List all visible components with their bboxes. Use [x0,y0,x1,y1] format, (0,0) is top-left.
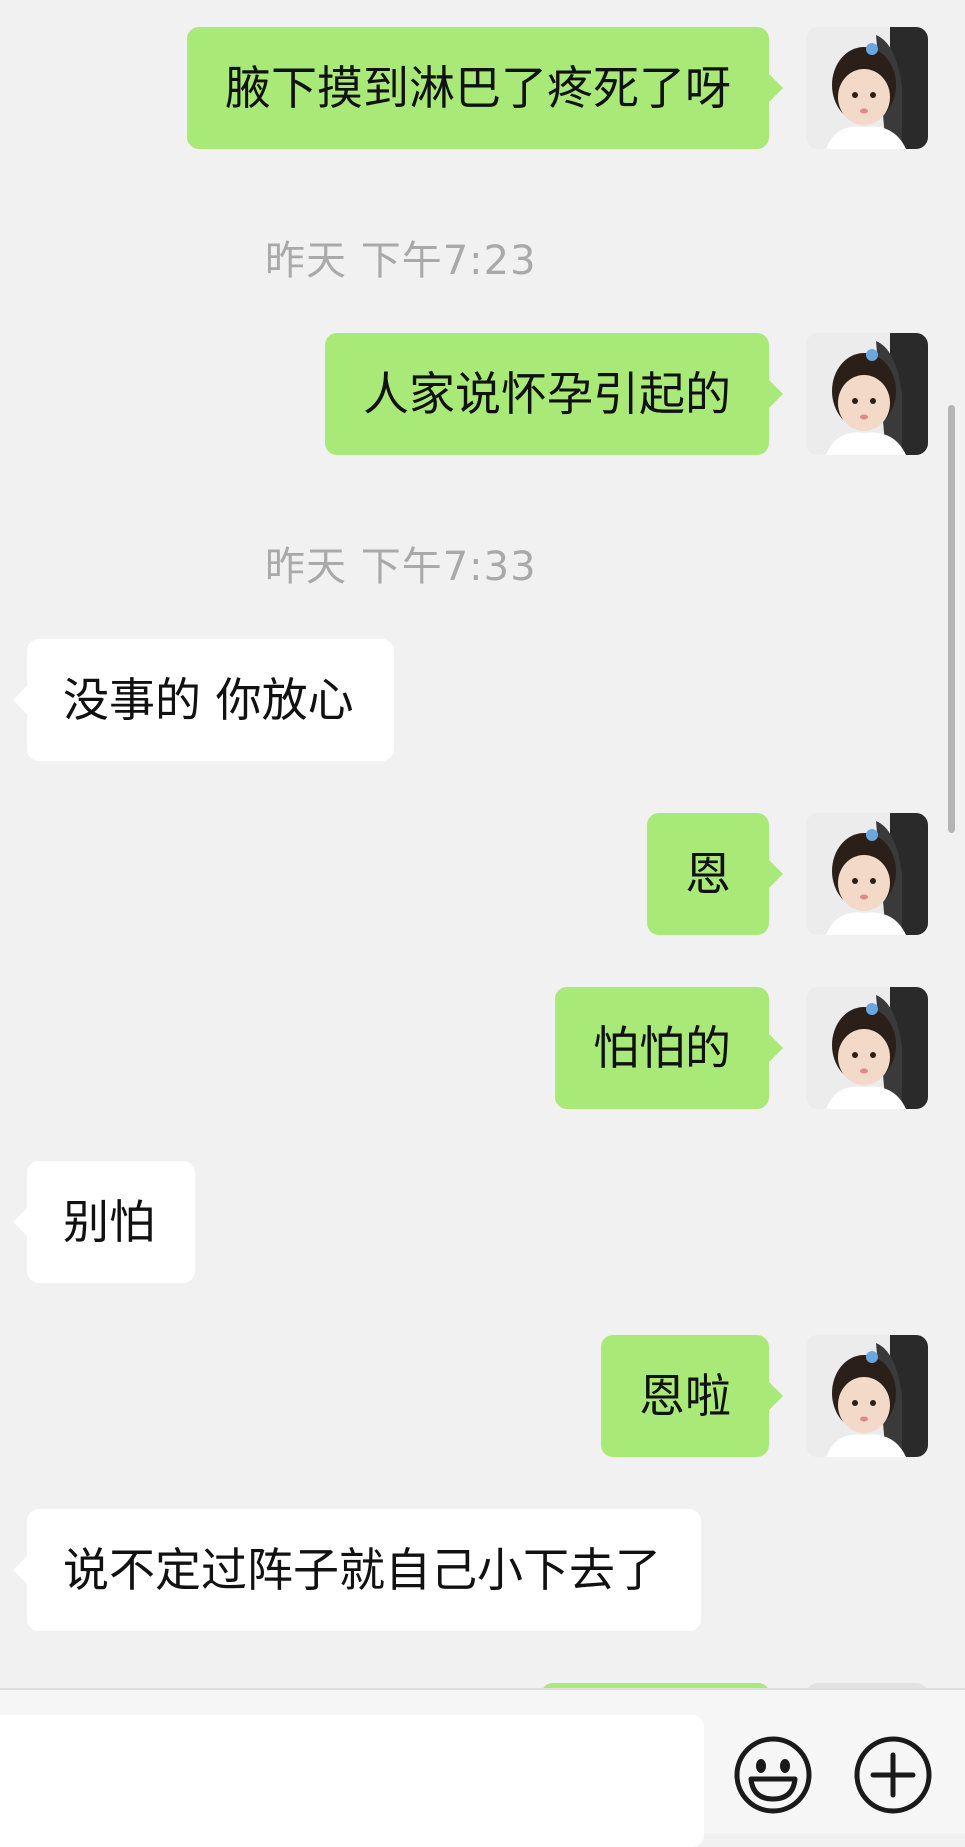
sent-message-bubble[interactable]: 恩啦 [601,1335,783,1457]
more-options-button[interactable] [853,1735,933,1815]
timestamp: 昨天 下午7:23 [265,238,537,284]
received-message-bubble[interactable]: 说不定过阵子就自己小下去了 [13,1509,701,1631]
sent-message-bubble[interactable]: 腋下摸到淋巴了疼死了呀 [187,27,783,149]
baby-photo-icon [806,1335,928,1457]
chat-input-bar [0,1688,965,1847]
received-message-bubble[interactable]: 别怕 [13,1161,195,1283]
smiley-icon [734,1736,812,1814]
sent-message-bubble[interactable]: 人家说怀孕引起的 [325,333,783,455]
sent-message-bubble[interactable]: 怕怕的 [555,987,783,1109]
message-input[interactable] [0,1715,704,1847]
user-avatar[interactable] [806,333,928,455]
baby-photo-icon [806,333,928,455]
user-avatar[interactable] [806,27,928,149]
chat-message-list[interactable]: 腋下摸到淋巴了疼死了呀 昨天 下午7:23 人家说怀孕引起的 昨天 下午7:33… [0,0,965,1690]
user-avatar[interactable] [806,813,928,935]
plus-circle-icon [854,1736,932,1814]
baby-photo-icon [806,27,928,149]
sent-message-bubble[interactable]: 恩 [647,813,783,935]
timestamp: 昨天 下午7:33 [265,544,537,590]
received-message-bubble[interactable]: 没事的 你放心 [13,639,394,761]
scrollbar[interactable] [948,405,955,833]
baby-photo-icon [806,813,928,935]
baby-photo-icon [806,987,928,1109]
emoji-button[interactable] [733,1735,813,1815]
user-avatar[interactable] [806,1335,928,1457]
user-avatar[interactable] [806,987,928,1109]
